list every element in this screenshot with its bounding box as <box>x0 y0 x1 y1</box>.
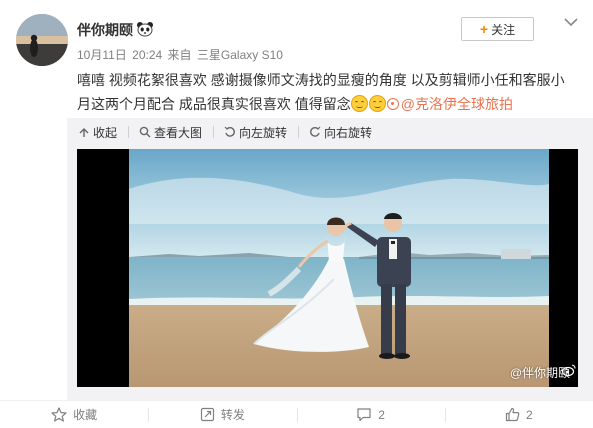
media-toolbar: 收起 查看大图 向左旋转 向右旋转 <box>67 118 372 146</box>
star-icon <box>51 407 67 422</box>
smile-emoji <box>368 95 386 112</box>
view-large-label: 查看大图 <box>154 125 203 140</box>
comment-icon <box>357 408 371 422</box>
rotate-right-button[interactable]: 向右旋转 <box>309 124 372 141</box>
divider <box>298 126 300 138</box>
panda-icon <box>137 22 153 37</box>
mention-text: @克洛伊全球旅拍 <box>400 96 513 112</box>
view-large-button[interactable]: 查看大图 <box>139 124 202 141</box>
favorite-button[interactable]: 收藏 <box>0 401 148 428</box>
post-text-line2: 月这两个月配合 成品很真实很喜欢 值得留念 <box>77 96 351 112</box>
weibo-post-card: 伴你期颐 10月11日 20:24 来自 三星Galaxy S10 + 关注 嘻… <box>0 0 593 428</box>
divider <box>213 126 215 138</box>
thumbs-up-icon <box>505 407 520 422</box>
username[interactable]: 伴你期颐 <box>77 20 133 40</box>
post-meta: 10月11日 20:24 来自 三星Galaxy S10 <box>77 46 285 63</box>
photo-watermark: @伴你期颐 <box>510 364 576 381</box>
rotate-left-icon <box>224 126 235 137</box>
beach-scene-image <box>129 149 549 387</box>
post-content: 嘻嘻 视频花絮很喜欢 感谢摄像师文涛找的显瘦的角度 以及剪辑师小任和客服小 月这… <box>77 68 577 116</box>
divider <box>128 126 130 138</box>
like-count: 2 <box>526 407 533 422</box>
location-icon <box>386 98 399 110</box>
smile-emoji <box>350 95 368 112</box>
collapse-label: 收起 <box>93 125 118 140</box>
avatar[interactable] <box>16 14 68 66</box>
device-name[interactable]: 三星Galaxy S10 <box>197 48 283 62</box>
like-button[interactable]: 2 <box>444 401 593 428</box>
follow-button[interactable]: + 关注 <box>461 17 534 41</box>
post-date[interactable]: 10月11日 <box>77 48 127 62</box>
repost-button[interactable]: 转发 <box>148 401 296 428</box>
magnifier-icon <box>139 126 151 138</box>
weibo-logo-icon <box>561 364 576 376</box>
rotate-right-icon <box>310 126 321 137</box>
post-time[interactable]: 20:24 <box>132 48 162 62</box>
comment-button[interactable]: 2 <box>296 401 445 428</box>
rotate-left-label: 向左旋转 <box>239 125 288 140</box>
action-bar: 收藏 转发 2 2 <box>0 400 593 428</box>
repost-icon <box>200 407 214 422</box>
chevron-down-icon[interactable] <box>562 15 580 29</box>
post-text-line1: 嘻嘻 视频花絮很喜欢 感谢摄像师文涛找的显瘦的角度 以及剪辑师小任和客服小 <box>77 72 565 88</box>
rotate-left-button[interactable]: 向左旋转 <box>224 124 287 141</box>
plus-icon: + <box>479 21 489 37</box>
media-panel: 收起 查看大图 向左旋转 向右旋转 @伴你期颐 <box>67 118 593 400</box>
post-text-line2-wrap: 月这两个月配合 成品很真实很喜欢 值得留念 @克洛伊全球旅拍 <box>77 92 577 116</box>
collapse-icon <box>79 128 89 137</box>
follow-label: 关注 <box>491 22 516 37</box>
source-prefix: 来自 <box>167 48 192 62</box>
rotate-right-label: 向右旋转 <box>324 125 373 140</box>
mention-link[interactable]: @克洛伊全球旅拍 <box>386 96 513 112</box>
collapse-button[interactable]: 收起 <box>78 124 117 141</box>
wedding-photo[interactable]: @伴你期颐 <box>77 149 578 387</box>
comment-count: 2 <box>378 407 385 422</box>
repost-label: 转发 <box>220 408 245 422</box>
favorite-label: 收藏 <box>73 408 98 422</box>
